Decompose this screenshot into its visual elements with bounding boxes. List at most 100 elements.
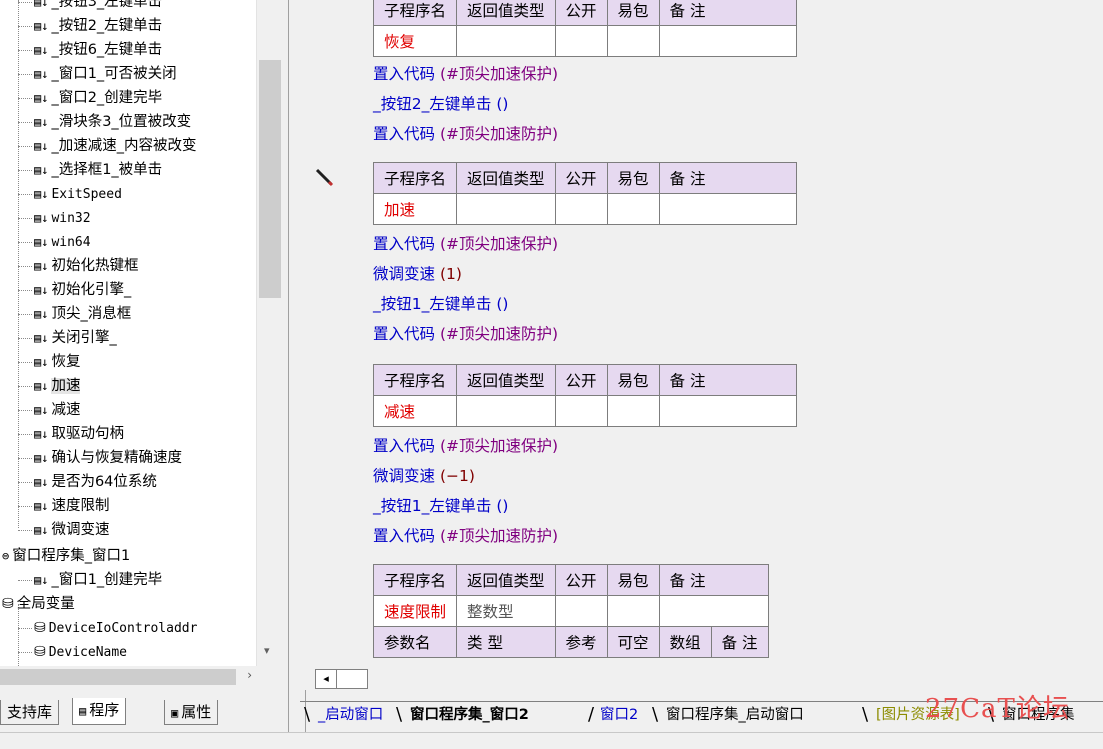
tree-vertical-scrollbar[interactable]: ▾ (256, 0, 283, 666)
subroutine-icon: ▤↓ (34, 211, 49, 225)
header-cell: 备 注 (658, 162, 797, 194)
code-hscroll-thumb[interactable] (337, 669, 368, 689)
code-line[interactable]: 置入代码 (#顶尖加速保护) (373, 434, 558, 458)
code-horizontal-scrollbar[interactable]: ◂ (305, 668, 1103, 690)
return-type-cell[interactable]: 整数型 (456, 595, 556, 627)
tree-item[interactable]: ▤↓ _按钮6_左键单击 (18, 38, 162, 62)
remark-cell[interactable] (658, 395, 797, 427)
code-line[interactable]: _按钮1_左键单击 () (373, 292, 508, 316)
tree-connector (18, 337, 32, 339)
tree-global-variable[interactable]: ⛁ DeviceName (18, 640, 127, 664)
subroutine-table: 子程序名 返回值类型 公开 易包 备 注 速度限制 整数型 参数名 类 型 参考… (372, 564, 769, 658)
panel-splitter[interactable] (288, 0, 306, 748)
subroutine-name-cell[interactable]: 减速 (372, 395, 458, 427)
tree-item[interactable]: ▤↓ 初始化引擎_ (18, 278, 131, 302)
tab-program[interactable]: ▤ 程序 (72, 698, 127, 725)
remark-cell[interactable] (658, 193, 797, 225)
scroll-left-arrow-icon[interactable]: ◂ (315, 669, 337, 689)
code-editor[interactable]: 子程序名 返回值类型 公开 易包 备 注 恢复 置入代码 (#顶尖加速保护) _… (305, 0, 1103, 668)
program-tree[interactable]: ▤↓ _按钮3_左键单击 ▤↓ _按钮2_左键单击 ▤↓ _按钮6_左键单击 ▤↓ _窗口1_… (0, 0, 256, 666)
tree-group-label: 窗口程序集_窗口1 (12, 548, 131, 564)
subroutine-icon: ▤↓ (34, 115, 49, 129)
return-type-cell[interactable] (456, 193, 556, 225)
tree-group-globals[interactable]: ⛁ 全局变量 (2, 592, 75, 616)
tree-item[interactable]: ▤↓ _窗口1_可否被关闭 (18, 62, 177, 86)
tree-group-window1[interactable]: ⊜ 窗口程序集_窗口1 (2, 544, 130, 568)
tree-connector (18, 169, 32, 171)
tab-window2-assembly[interactable]: 窗口程序集_窗口2 (410, 702, 529, 728)
code-line[interactable]: 微调变速 (−1) (373, 464, 475, 488)
public-cell[interactable] (554, 595, 608, 627)
header-cell: 子程序名 (372, 0, 458, 26)
code-line[interactable]: 置入代码 (#顶尖加速防护) (373, 524, 558, 548)
easy-pkg-cell[interactable] (606, 595, 660, 627)
tab-start-window[interactable]: _启动窗口 (318, 702, 383, 728)
tree-item[interactable]: ▤↓ _按钮3_左键单击 (18, 0, 162, 14)
subroutine-name-cell[interactable]: 恢复 (372, 25, 458, 57)
tree-horizontal-scrollbar[interactable]: › (0, 666, 282, 688)
tree-item[interactable]: ▤↓ 确认与恢复精确速度 (18, 446, 182, 470)
remark-cell[interactable] (658, 595, 769, 627)
tree-item-label: 取驱动句柄 (51, 426, 124, 442)
tab-start-window-assembly[interactable]: 窗口程序集_启动窗口 (666, 702, 804, 728)
code-line[interactable]: 置入代码 (#顶尖加速防护) (373, 322, 558, 346)
tree-item[interactable]: ▤↓ 减速 (18, 398, 80, 422)
tree-item[interactable]: ▤↓ 微调变速 (18, 518, 109, 542)
tree-item[interactable]: ▤↓ 关闭引擎_ (18, 326, 117, 350)
tree-item[interactable]: ▤↓ 速度限制 (18, 494, 109, 518)
code-line[interactable]: _按钮2_左键单击 () (373, 92, 508, 116)
public-cell[interactable] (554, 193, 608, 225)
tree-scroll-thumb[interactable] (259, 60, 281, 298)
tree-connector (18, 361, 32, 363)
tree-item[interactable]: ▤↓ 取驱动句柄 (18, 422, 124, 446)
tree-item[interactable]: ▤↓ win64 (18, 230, 91, 254)
code-line[interactable]: _按钮1_左键单击 () (373, 494, 508, 518)
remark-cell[interactable] (658, 25, 797, 57)
tree-item[interactable]: ▤↓ 初始化热键框 (18, 254, 138, 278)
header-cell: 返回值类型 (456, 364, 556, 396)
tab-property[interactable]: ▣ 属性 (164, 700, 219, 725)
tree-item[interactable]: ▤↓ win32 (18, 206, 91, 230)
easy-pkg-cell[interactable] (606, 193, 660, 225)
tree-item[interactable]: ▤↓ ExitSpeed (18, 182, 122, 206)
tree-item[interactable]: ▤↓ _按钮2_左键单击 (18, 14, 162, 38)
tree-item[interactable]: ▤↓ _选择框1_被单击 (18, 158, 162, 182)
code-line[interactable]: 微调变速 (1) (373, 262, 462, 286)
tree-connector (18, 97, 32, 99)
tab-label: 支持库 (7, 703, 53, 721)
tree-item[interactable]: ▤↓ 恢复 (18, 350, 80, 374)
header-cell: 备 注 (658, 364, 797, 396)
tree-item[interactable]: ▤↓ 加速 (18, 374, 81, 398)
return-type-cell[interactable] (456, 395, 556, 427)
tree-item[interactable]: ▤↓ 是否为64位系统 (18, 470, 157, 494)
variable-icon: ⛁ (34, 644, 46, 660)
scroll-right-arrow-icon[interactable]: › (247, 668, 252, 682)
code-line[interactable]: 置入代码 (#顶尖加速防护) (373, 122, 558, 146)
easy-pkg-cell[interactable] (606, 395, 660, 427)
tree-item[interactable]: ▤↓ _滑块条3_位置被改变 (18, 110, 191, 134)
code-line[interactable]: 置入代码 (#顶尖加速保护) (373, 232, 558, 256)
tree-item-label: 顶尖_消息框 (51, 306, 132, 322)
tab-window2[interactable]: 窗口2 (600, 702, 638, 728)
tree-item[interactable]: ▤↓ 顶尖_消息框 (18, 302, 131, 326)
tree-item-label: 加速 (51, 378, 81, 394)
public-cell[interactable] (554, 395, 608, 427)
subroutine-name-cell[interactable]: 加速 (372, 193, 458, 225)
tree-item[interactable]: ▤↓ _窗口2_创建完毕 (18, 86, 162, 110)
public-cell[interactable] (554, 25, 608, 57)
scroll-down-arrow-icon[interactable]: ▾ (264, 644, 270, 657)
tree-hscroll-thumb[interactable] (0, 669, 236, 685)
tree-connector (18, 385, 32, 387)
tree-global-variable[interactable]: ⛁ DeviceIoControladdr (18, 616, 197, 640)
code-line[interactable]: 置入代码 (#顶尖加速保护) (373, 62, 558, 86)
subroutine-icon: ▤↓ (34, 355, 49, 369)
tab-separator: \ (862, 704, 869, 725)
tree-item[interactable]: ▤↓ _加速减速_内容被改变 (18, 134, 196, 158)
easy-pkg-cell[interactable] (606, 25, 660, 57)
tree-connector (18, 505, 32, 507)
tree-item[interactable]: ▤↓ _窗口1_创建完毕 (18, 568, 162, 592)
return-type-cell[interactable] (456, 25, 556, 57)
tab-support-library[interactable]: 支持库 (0, 700, 60, 725)
subroutine-name-cell[interactable]: 速度限制 (372, 595, 458, 627)
header-cell: 公开 (554, 564, 608, 596)
